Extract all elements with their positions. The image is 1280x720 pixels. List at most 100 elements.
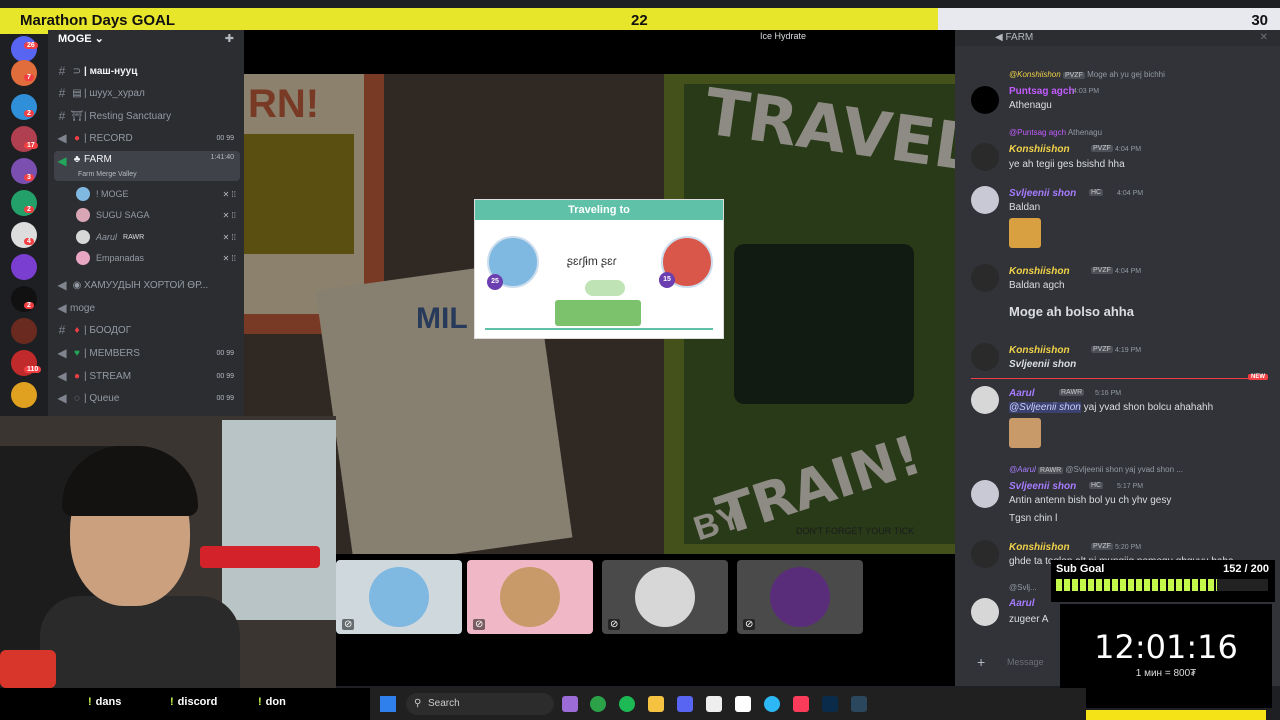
server-name[interactable]: MOGE ⌄ xyxy=(58,32,104,45)
channel-item[interactable]: # ⊃ | маш-нууц xyxy=(54,61,240,81)
server-icon[interactable] xyxy=(11,158,37,184)
channel-emoji: ▤ xyxy=(72,87,82,99)
sticker-image[interactable] xyxy=(1009,218,1041,248)
server-rail: 26 7 2 17 3 2 4 2 110 xyxy=(0,34,48,416)
channel-item[interactable]: # ⛩ | Resting Sanctuary xyxy=(54,106,240,126)
photoshop-icon[interactable] xyxy=(822,696,838,712)
user-tag: PVZF xyxy=(1062,72,1085,79)
message-author[interactable]: Konshiishon xyxy=(1009,144,1070,155)
sub-goal-bar xyxy=(1056,579,1268,591)
message-author[interactable]: Aarul xyxy=(1009,388,1035,399)
command-bar: ! dans ! discord ! don xyxy=(0,688,370,720)
user-mention[interactable]: @Svljeenii shon xyxy=(1009,402,1081,413)
avatar[interactable] xyxy=(971,186,999,214)
search-icon: ⚲ xyxy=(414,698,422,709)
traveling-popup[interactable]: Traveling to 25 15 ʂɛɾʃɨm ʂɛɾ xyxy=(474,199,724,339)
server-badge: 3 xyxy=(24,174,34,181)
marathon-target: 30 xyxy=(1251,12,1268,29)
voice-channel-icon: ◀ xyxy=(995,32,1006,43)
close-icon[interactable]: ✕ xyxy=(1260,32,1268,43)
music-icon[interactable] xyxy=(793,696,809,712)
notion-icon[interactable] xyxy=(735,696,751,712)
channel-item[interactable]: # ♦ | БООДОГ xyxy=(54,320,240,340)
message-author[interactable]: Svljeenii shon xyxy=(1009,481,1076,492)
add-attachment-icon[interactable]: + xyxy=(977,654,985,670)
command-dans: ! dans xyxy=(88,696,121,708)
voice-user[interactable]: Empanadas ✕ ⁞⁞ xyxy=(76,248,236,268)
server-icon[interactable] xyxy=(11,222,37,248)
avatar[interactable] xyxy=(971,86,999,114)
voice-user[interactable]: Aarul RAWR ✕ ⁞⁞ xyxy=(76,227,236,247)
game-scene[interactable]: RN! MIL TRAVEL BY TRAIN! DON'T FORGET YO… xyxy=(244,74,955,554)
channel-item[interactable]: ◀ ◉ ХАМУУДЫН ХОРТОЙ ӨР... xyxy=(54,275,240,295)
discord-icon[interactable] xyxy=(677,696,693,712)
voice-user-name: Aarul xyxy=(96,232,118,242)
new-messages-divider xyxy=(971,378,1261,379)
voice-user[interactable]: SUGU SAGA ✕ ⁞⁞ xyxy=(76,205,236,225)
participant-tile[interactable]: ⊘ xyxy=(336,560,462,634)
message-time: 5:20 PM xyxy=(1115,544,1142,551)
message-text: ye ah tegii ges bsishd hha xyxy=(1009,159,1125,170)
webcam-feed xyxy=(0,416,336,688)
voice-channel-icon: ◀ xyxy=(57,131,67,145)
server-icon[interactable] xyxy=(11,60,37,86)
edge-icon[interactable] xyxy=(764,696,780,712)
avatar[interactable] xyxy=(971,343,999,371)
sub-goal-widget: Sub Goal 152 / 200 xyxy=(1051,560,1275,602)
channel-item[interactable]: ◀ ● | RECORD 00 99 xyxy=(54,128,240,148)
voice-user[interactable]: ! MOGE ✕ ⁞⁞ xyxy=(76,184,236,204)
message-author[interactable]: Puntsag agch xyxy=(1009,86,1075,97)
sticker-image[interactable] xyxy=(1009,418,1041,448)
add-member-icon[interactable]: ✚ xyxy=(225,32,234,45)
channel-item[interactable]: # ▤ | шуух_хурал xyxy=(54,83,240,103)
message-author[interactable]: Aarul xyxy=(1009,598,1035,609)
server-icon[interactable] xyxy=(11,286,37,312)
avatar[interactable] xyxy=(971,540,999,568)
folder-icon[interactable] xyxy=(648,696,664,712)
channel-item[interactable]: ◀ moge xyxy=(54,298,240,318)
server-icon[interactable] xyxy=(11,190,37,216)
channel-item[interactable]: ◀ ◌ | Queue 00 99 xyxy=(54,388,240,408)
steam-cloud xyxy=(585,280,625,296)
avatar[interactable] xyxy=(971,386,999,414)
voice-channel-icon: ◀ xyxy=(57,369,67,383)
avatar[interactable] xyxy=(971,143,999,171)
user-tag: RAWR xyxy=(1038,467,1064,474)
voice-channel-icon: ◀ xyxy=(57,391,67,405)
player-level: 25 xyxy=(487,274,503,290)
app-icon[interactable] xyxy=(562,696,578,712)
server-icon[interactable] xyxy=(11,254,37,280)
avatar[interactable] xyxy=(971,480,999,508)
participant-tile[interactable]: ⊘ xyxy=(467,560,593,634)
avatar xyxy=(770,567,830,627)
server-icon[interactable] xyxy=(11,94,37,120)
avatar xyxy=(500,567,560,627)
reply-preview: @Konshiishon PVZF Moge ah yu gej bichhi xyxy=(1009,70,1165,79)
channel-emoji: ♥ xyxy=(74,347,80,359)
channel-name: ХАМУУДЫН ХОРТОЙ ӨР... xyxy=(84,279,209,291)
spotify-icon[interactable] xyxy=(619,696,635,712)
muted-icon: ⊘ xyxy=(473,619,486,630)
channel-name: moge xyxy=(70,302,96,314)
windows-start-icon[interactable] xyxy=(380,696,396,712)
taskbar-search[interactable]: ⚲ Search xyxy=(406,693,554,715)
server-icon[interactable] xyxy=(11,382,37,408)
channel-emoji: ◌ xyxy=(74,392,80,404)
server-icon[interactable] xyxy=(11,318,37,344)
server-icon[interactable] xyxy=(11,36,37,62)
channel-item[interactable]: ◀ ♥ | MEMBERS 00 99 xyxy=(54,343,240,363)
capcut-icon[interactable] xyxy=(706,696,722,712)
channel-item[interactable]: ◀ ● | STREAM 00 99 xyxy=(54,366,240,386)
avatar[interactable] xyxy=(971,598,999,626)
avatar[interactable] xyxy=(971,264,999,292)
message-time: 4:04 PM xyxy=(1115,146,1142,153)
participant-tile[interactable]: ⊘ xyxy=(737,560,863,634)
reply-preview: @Svlj... xyxy=(1009,583,1037,592)
message-author[interactable]: Konshiishon xyxy=(1009,542,1070,553)
chrome-icon[interactable] xyxy=(590,696,606,712)
steam-icon[interactable] xyxy=(851,696,867,712)
message-author[interactable]: Konshiishon xyxy=(1009,266,1070,277)
message-author[interactable]: Konshiishon xyxy=(1009,345,1070,356)
participant-tile[interactable]: ⊘ xyxy=(602,560,728,634)
message-author[interactable]: Svljeenii shon xyxy=(1009,188,1076,199)
